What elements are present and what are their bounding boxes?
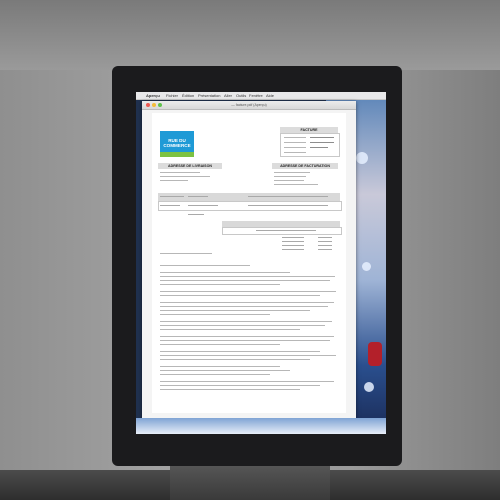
zoom-button[interactable] xyxy=(158,103,162,107)
legal-text-line xyxy=(160,385,320,387)
menu-view[interactable]: Présentation xyxy=(198,92,220,99)
wallpaper-light xyxy=(364,382,374,392)
address-line xyxy=(274,180,304,182)
menu-file[interactable]: Fichier xyxy=(166,92,178,99)
totals-label xyxy=(282,241,304,243)
menu-tools[interactable]: Outils xyxy=(236,92,246,99)
preview-window: — facture.pdf (Aperçu) RUE DU COMMERCE F… xyxy=(142,101,356,419)
legal-text-line xyxy=(160,340,330,342)
menu-bar: Aperçu Fichier Édition Présentation Alle… xyxy=(136,92,386,100)
invoice-meta-line xyxy=(310,137,334,139)
legal-text-line xyxy=(160,306,328,308)
legal-text-line xyxy=(160,310,310,312)
background-wall-top xyxy=(0,0,500,70)
legal-text-line xyxy=(160,280,330,282)
totals-value xyxy=(318,237,332,239)
legal-text-line xyxy=(160,295,320,297)
invoice-meta-line xyxy=(310,147,328,149)
table-cell xyxy=(188,205,218,207)
table-header-cell xyxy=(188,196,208,198)
address-line xyxy=(160,172,200,174)
invoice-meta-line xyxy=(284,142,306,144)
totals-label xyxy=(282,249,304,251)
legal-text-line xyxy=(160,291,336,293)
legal-text-line xyxy=(160,370,290,372)
table-subtext xyxy=(188,214,204,216)
store-logo: RUE DU COMMERCE xyxy=(160,131,194,157)
legal-text-line xyxy=(160,366,280,368)
window-title: — facture.pdf (Aperçu) xyxy=(231,103,267,107)
legal-text-line xyxy=(160,351,320,353)
window-titlebar: — facture.pdf (Aperçu) xyxy=(142,101,356,110)
invoice-meta-line xyxy=(310,142,334,144)
table-cell xyxy=(160,205,180,207)
billing-address-header: ADRESSE DE FACTURATION xyxy=(272,163,338,169)
legal-text-line xyxy=(160,336,334,338)
legal-text-line xyxy=(160,355,336,357)
payment-conditions-line xyxy=(160,253,212,255)
totals-label xyxy=(282,245,304,247)
legal-text-line xyxy=(160,344,280,346)
legal-text-line xyxy=(160,325,325,327)
legal-text-line xyxy=(160,389,300,391)
logo-text-line2: COMMERCE xyxy=(163,143,191,148)
address-line xyxy=(274,184,318,186)
legal-text-line xyxy=(160,381,334,383)
legal-text-line xyxy=(160,276,335,278)
menu-go[interactable]: Aller xyxy=(224,92,232,99)
address-line xyxy=(274,176,306,178)
minimize-button[interactable] xyxy=(152,103,156,107)
menu-help[interactable]: Aide xyxy=(266,92,274,99)
screen: Aperçu Fichier Édition Présentation Alle… xyxy=(136,92,386,434)
totals-cell xyxy=(256,230,316,232)
legal-text-line xyxy=(160,359,310,361)
menu-window[interactable]: Fenêtre xyxy=(249,92,263,99)
totals-value xyxy=(318,249,332,251)
shipping-address-header: ADRESSE DE LIVRAISON xyxy=(158,163,222,169)
legal-text-line xyxy=(160,314,270,316)
invoice-meta-line xyxy=(284,137,306,139)
totals-value xyxy=(318,245,332,247)
legal-text-line xyxy=(160,321,332,323)
totals-value xyxy=(318,241,332,243)
close-button[interactable] xyxy=(146,103,150,107)
logo-stripe xyxy=(160,152,194,157)
wallpaper-light xyxy=(356,152,368,164)
monitor-stand xyxy=(170,460,330,500)
menu-edit[interactable]: Édition xyxy=(182,92,194,99)
invoice-meta-line xyxy=(284,147,306,149)
table-cell xyxy=(248,205,328,207)
table-header-cell xyxy=(160,196,184,198)
legal-text-line xyxy=(160,284,280,286)
legal-text-line xyxy=(160,302,334,304)
address-line xyxy=(274,172,310,174)
wallpaper-light xyxy=(362,262,371,271)
wallpaper-ornament xyxy=(368,342,382,366)
legal-text-line xyxy=(160,374,270,376)
address-line xyxy=(160,180,188,182)
address-line xyxy=(160,176,210,178)
legal-text-line xyxy=(160,265,250,267)
totals-label xyxy=(282,237,304,239)
legal-text-line xyxy=(160,329,300,331)
menu-app[interactable]: Aperçu xyxy=(146,92,160,99)
invoice-page: RUE DU COMMERCE FACTURE ADRESSE DE LIVRA… xyxy=(152,113,346,413)
legal-text-line xyxy=(160,272,290,274)
invoice-meta-line xyxy=(284,152,306,154)
desktop-snow xyxy=(136,418,386,434)
table-header-cell xyxy=(248,196,328,198)
